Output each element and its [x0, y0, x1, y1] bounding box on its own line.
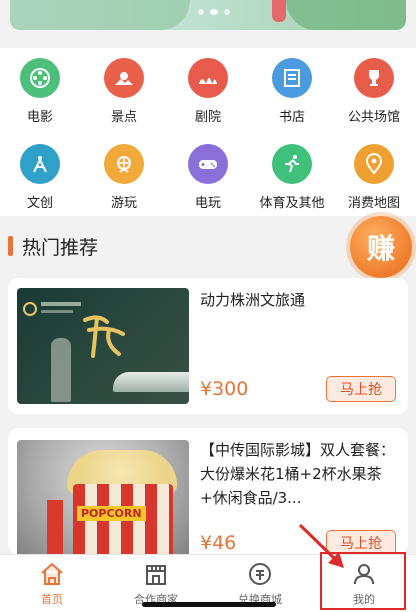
product-thumbnail: POPCORN — [17, 440, 189, 554]
category-scenic[interactable]: 景点 — [84, 58, 164, 125]
bookstore-icon — [272, 58, 312, 98]
category-label: 书店 — [278, 110, 305, 125]
calligraphy-icon — [83, 315, 125, 358]
store-icon — [146, 565, 166, 585]
logo-icon — [23, 302, 37, 316]
train-image — [113, 372, 189, 392]
category-grid: 电影 景点 剧院 书店 公共场馆 文创 游玩 电玩 体育及其他 消费地图 — [0, 48, 416, 216]
nav-label: 首页 — [41, 593, 63, 606]
popcorn-brand-text: POPCORN — [77, 506, 146, 521]
category-sports[interactable]: 体育及其他 — [252, 144, 332, 211]
category-play[interactable]: 游玩 — [84, 144, 164, 211]
nav-partner-merchants[interactable]: 合作商家 — [104, 561, 208, 607]
home-icon — [41, 562, 63, 585]
banner-hill — [10, 0, 190, 30]
category-consumer-map[interactable]: 消费地图 — [334, 144, 414, 211]
product-title: 【中传国际影城】双人套餐：大份爆米花1桶+2杯水果茶+休闲食品/3... — [200, 441, 396, 507]
category-video-games[interactable]: 电玩 — [168, 144, 248, 211]
compass-icon — [20, 144, 60, 184]
runner-icon — [272, 144, 312, 184]
buy-now-button[interactable]: 马上抢 — [326, 530, 396, 554]
trophy-icon — [354, 58, 394, 98]
category-cultural[interactable]: 文创 — [0, 144, 80, 211]
earn-badge-button[interactable]: 赚 — [350, 216, 412, 278]
category-theater[interactable]: 剧院 — [168, 58, 248, 125]
category-label: 剧院 — [194, 110, 221, 125]
product-card[interactable]: 动力株洲文旅通 ¥300 马上抢 — [8, 278, 408, 414]
carousel-dot[interactable] — [198, 9, 204, 15]
logo-text-bar — [41, 310, 73, 313]
map-pin-icon — [354, 144, 394, 184]
category-label: 公共场馆 — [347, 110, 400, 125]
banner-hill — [286, 0, 406, 30]
logo-text-bar — [41, 302, 81, 306]
sun-landscape-icon — [104, 58, 144, 98]
product-card[interactable]: POPCORN 【中传国际影城】双人套餐：大份爆米花1桶+2杯水果茶+休闲食品/… — [8, 428, 408, 554]
category-label: 电玩 — [194, 196, 221, 211]
category-label: 游玩 — [110, 196, 137, 211]
carousel-dot-active[interactable] — [210, 9, 218, 15]
product-price: ¥300 — [200, 378, 249, 400]
category-label: 体育及其他 — [259, 196, 325, 211]
section-accent-bar — [8, 236, 13, 256]
home-indicator — [142, 602, 276, 607]
exchange-icon — [249, 563, 271, 585]
gamepad-icon — [188, 144, 228, 184]
category-label: 消费地图 — [347, 196, 400, 211]
product-price: ¥46 — [200, 532, 237, 554]
section-title: 热门推荐 — [22, 237, 99, 259]
buy-now-button[interactable]: 马上抢 — [326, 376, 396, 402]
highlight-box — [320, 552, 406, 610]
category-label: 景点 — [110, 110, 137, 125]
opera-house-icon — [188, 58, 228, 98]
banner-figure — [272, 0, 286, 22]
banner-carousel[interactable] — [10, 0, 406, 30]
nav-exchange-mall[interactable]: 兑换商城 — [208, 561, 312, 607]
category-bookstore[interactable]: 书店 — [252, 58, 332, 125]
carousel-dot[interactable] — [224, 9, 230, 15]
product-title: 动力株洲文旅通 — [200, 291, 306, 309]
product-thumbnail — [17, 288, 189, 404]
category-movie[interactable]: 电影 — [0, 58, 80, 125]
category-public-venue[interactable]: 公共场馆 — [334, 58, 414, 125]
drink-cup-image — [47, 500, 63, 554]
statue-image — [51, 338, 71, 402]
category-label: 电影 — [26, 110, 53, 125]
nav-home[interactable]: 首页 — [0, 561, 104, 607]
carousel-dots — [198, 9, 230, 15]
amusement-icon — [104, 144, 144, 184]
film-reel-icon — [20, 58, 60, 98]
category-label: 文创 — [26, 196, 53, 211]
